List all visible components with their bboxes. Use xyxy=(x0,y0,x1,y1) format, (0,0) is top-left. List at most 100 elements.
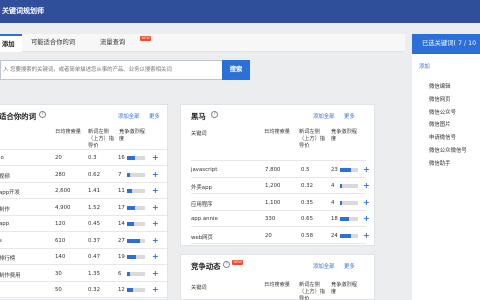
selected-keyword-item[interactable]: 微信图片 xyxy=(429,120,451,128)
competition-bar xyxy=(340,233,358,238)
competition-bar xyxy=(340,168,358,172)
add-keyword-button[interactable]: + xyxy=(152,154,159,162)
add-keyword-button[interactable]: + xyxy=(152,203,159,212)
add-all-link[interactable]: 添加全部 xyxy=(313,262,335,270)
app-title: 关键词规划师 xyxy=(2,7,44,15)
add-keyword-button[interactable]: + xyxy=(152,269,159,278)
volume-cell: 20 xyxy=(265,232,272,239)
suggested-words-panel: 适合你的词 ? 添加全部 更多 日均搜索量 新词左侧（上方）指导价 竞争激烈程度… xyxy=(0,104,168,300)
price-cell: 0.5 xyxy=(301,167,310,173)
panel-title: 黑马 xyxy=(191,112,206,121)
price-cell: 1.41 xyxy=(88,188,101,194)
row-divider xyxy=(191,242,366,244)
help-icon[interactable]: ? xyxy=(211,111,218,118)
competition-bar-fill xyxy=(340,233,351,238)
panel-title: 竞争动态 xyxy=(191,262,221,271)
tab-traffic-query[interactable]: 流量查询 NEW xyxy=(100,34,152,52)
competition-bar xyxy=(127,205,145,210)
add-keyword-button[interactable]: + xyxy=(152,220,159,228)
add-keyword-button[interactable]: + xyxy=(152,170,159,179)
competition-bar-fill xyxy=(340,200,342,205)
new-badge: NEW xyxy=(140,36,152,41)
competition-value: 17 xyxy=(118,204,125,211)
competition-value: 14 xyxy=(118,221,125,227)
competition-value: 24 xyxy=(331,232,338,239)
add-link[interactable]: 添加 xyxy=(419,62,430,70)
competition-bar-fill xyxy=(127,205,135,210)
price-cell: 0.62 xyxy=(88,171,101,178)
add-keyword-button[interactable]: + xyxy=(363,182,370,190)
volume-cell: 50 xyxy=(55,287,62,293)
add-keyword-button[interactable]: + xyxy=(363,231,370,240)
volume-cell: 20 xyxy=(55,155,62,161)
competition-value: 27 xyxy=(118,237,125,244)
keyword-cell: 视频 xyxy=(0,173,10,180)
hot-words-panel: 黑马 ? 添加全部 更多 关键词 日均搜索量 新词左侧（上方）指导价 竞争激烈程… xyxy=(180,104,375,246)
price-cell: 0.35 xyxy=(301,199,314,206)
selected-keyword-item[interactable]: 申请微信号 xyxy=(429,133,456,141)
selected-keyword-item[interactable]: 微信编辑 xyxy=(429,82,451,90)
help-icon[interactable]: ? xyxy=(223,261,230,268)
volume-cell: 1,100 xyxy=(265,199,281,206)
competition-bar xyxy=(127,156,145,160)
add-keyword-button[interactable]: + xyxy=(152,187,159,195)
selected-keyword-item[interactable]: 微信助手 xyxy=(429,159,451,167)
price-cell: 0.65 xyxy=(301,216,314,223)
competition-bar xyxy=(127,172,145,177)
competition-bar-fill xyxy=(127,189,132,193)
add-all-link[interactable]: 添加全部 xyxy=(118,112,140,120)
competition-value: 16 xyxy=(118,155,125,161)
competition-value: 4 xyxy=(331,183,335,190)
add-keyword-button[interactable]: + xyxy=(363,215,370,223)
competition-bar xyxy=(340,200,358,205)
add-all-link[interactable]: 添加全部 xyxy=(313,112,335,120)
keyword-cell: app xyxy=(0,221,10,227)
row-divider xyxy=(0,264,167,265)
price-cell: 0.58 xyxy=(301,232,314,239)
add-keyword-button[interactable]: + xyxy=(152,253,159,261)
row-divider xyxy=(0,198,167,199)
header-divider xyxy=(191,160,366,161)
selected-keyword-item[interactable]: 微信网页 xyxy=(429,95,451,103)
help-icon[interactable]: ? xyxy=(39,111,46,118)
column-header: 竞争激烈程度 xyxy=(331,282,357,295)
volume-cell: 1,200 xyxy=(265,183,281,190)
competition-value: 7 xyxy=(118,171,122,178)
competition-bar-fill xyxy=(127,172,130,177)
volume-cell: 280 xyxy=(55,171,66,178)
competition-value: 23 xyxy=(331,167,338,173)
volume-cell: 120 xyxy=(55,221,66,227)
price-cell: 0.37 xyxy=(88,237,101,244)
column-header: 日均搜索量 xyxy=(264,129,290,135)
selected-keywords-header: 已选关键词( 7 / 10 xyxy=(412,34,480,54)
competition-bar-fill xyxy=(127,156,135,160)
add-keyword-button[interactable]: + xyxy=(363,166,370,174)
more-link[interactable]: 更多 xyxy=(344,112,355,120)
tab-add[interactable]: 添加 xyxy=(0,34,22,52)
row-divider xyxy=(0,247,167,249)
search-input[interactable] xyxy=(0,60,222,80)
price-cell: 0.47 xyxy=(88,254,101,260)
price-cell: 0.32 xyxy=(88,287,101,293)
competition-bar xyxy=(127,271,145,276)
row-divider xyxy=(0,280,167,282)
competition-value: 4 xyxy=(331,199,335,206)
column-header: 新词左侧（上方）指导价 xyxy=(88,129,114,149)
competition-panel: 竞争动态 ? NEW 添加全部 更多 关键词 日均搜索量 新词左侧（上方）指导价… xyxy=(180,254,375,300)
price-cell: 1.52 xyxy=(88,204,101,211)
add-keyword-button[interactable]: + xyxy=(363,198,370,207)
column-header: 关键词 xyxy=(191,285,207,291)
tab-suggested-words[interactable]: 可能适合你的词 xyxy=(31,34,75,52)
competition-value: 11 xyxy=(118,188,125,194)
row-divider xyxy=(191,209,366,211)
row-divider xyxy=(191,226,366,228)
more-link[interactable]: 更多 xyxy=(149,112,160,120)
search-row: 搜索 xyxy=(0,60,250,80)
volume-cell: 30 xyxy=(55,270,62,277)
more-link[interactable]: 更多 xyxy=(344,262,355,270)
search-button[interactable]: 搜索 xyxy=(222,60,250,80)
add-keyword-button[interactable]: + xyxy=(152,236,159,245)
selected-keyword-item[interactable]: 微信公众号 xyxy=(429,108,456,116)
selected-keyword-item[interactable]: 微信公众微信号 xyxy=(429,146,467,154)
add-keyword-button[interactable]: + xyxy=(152,286,159,294)
